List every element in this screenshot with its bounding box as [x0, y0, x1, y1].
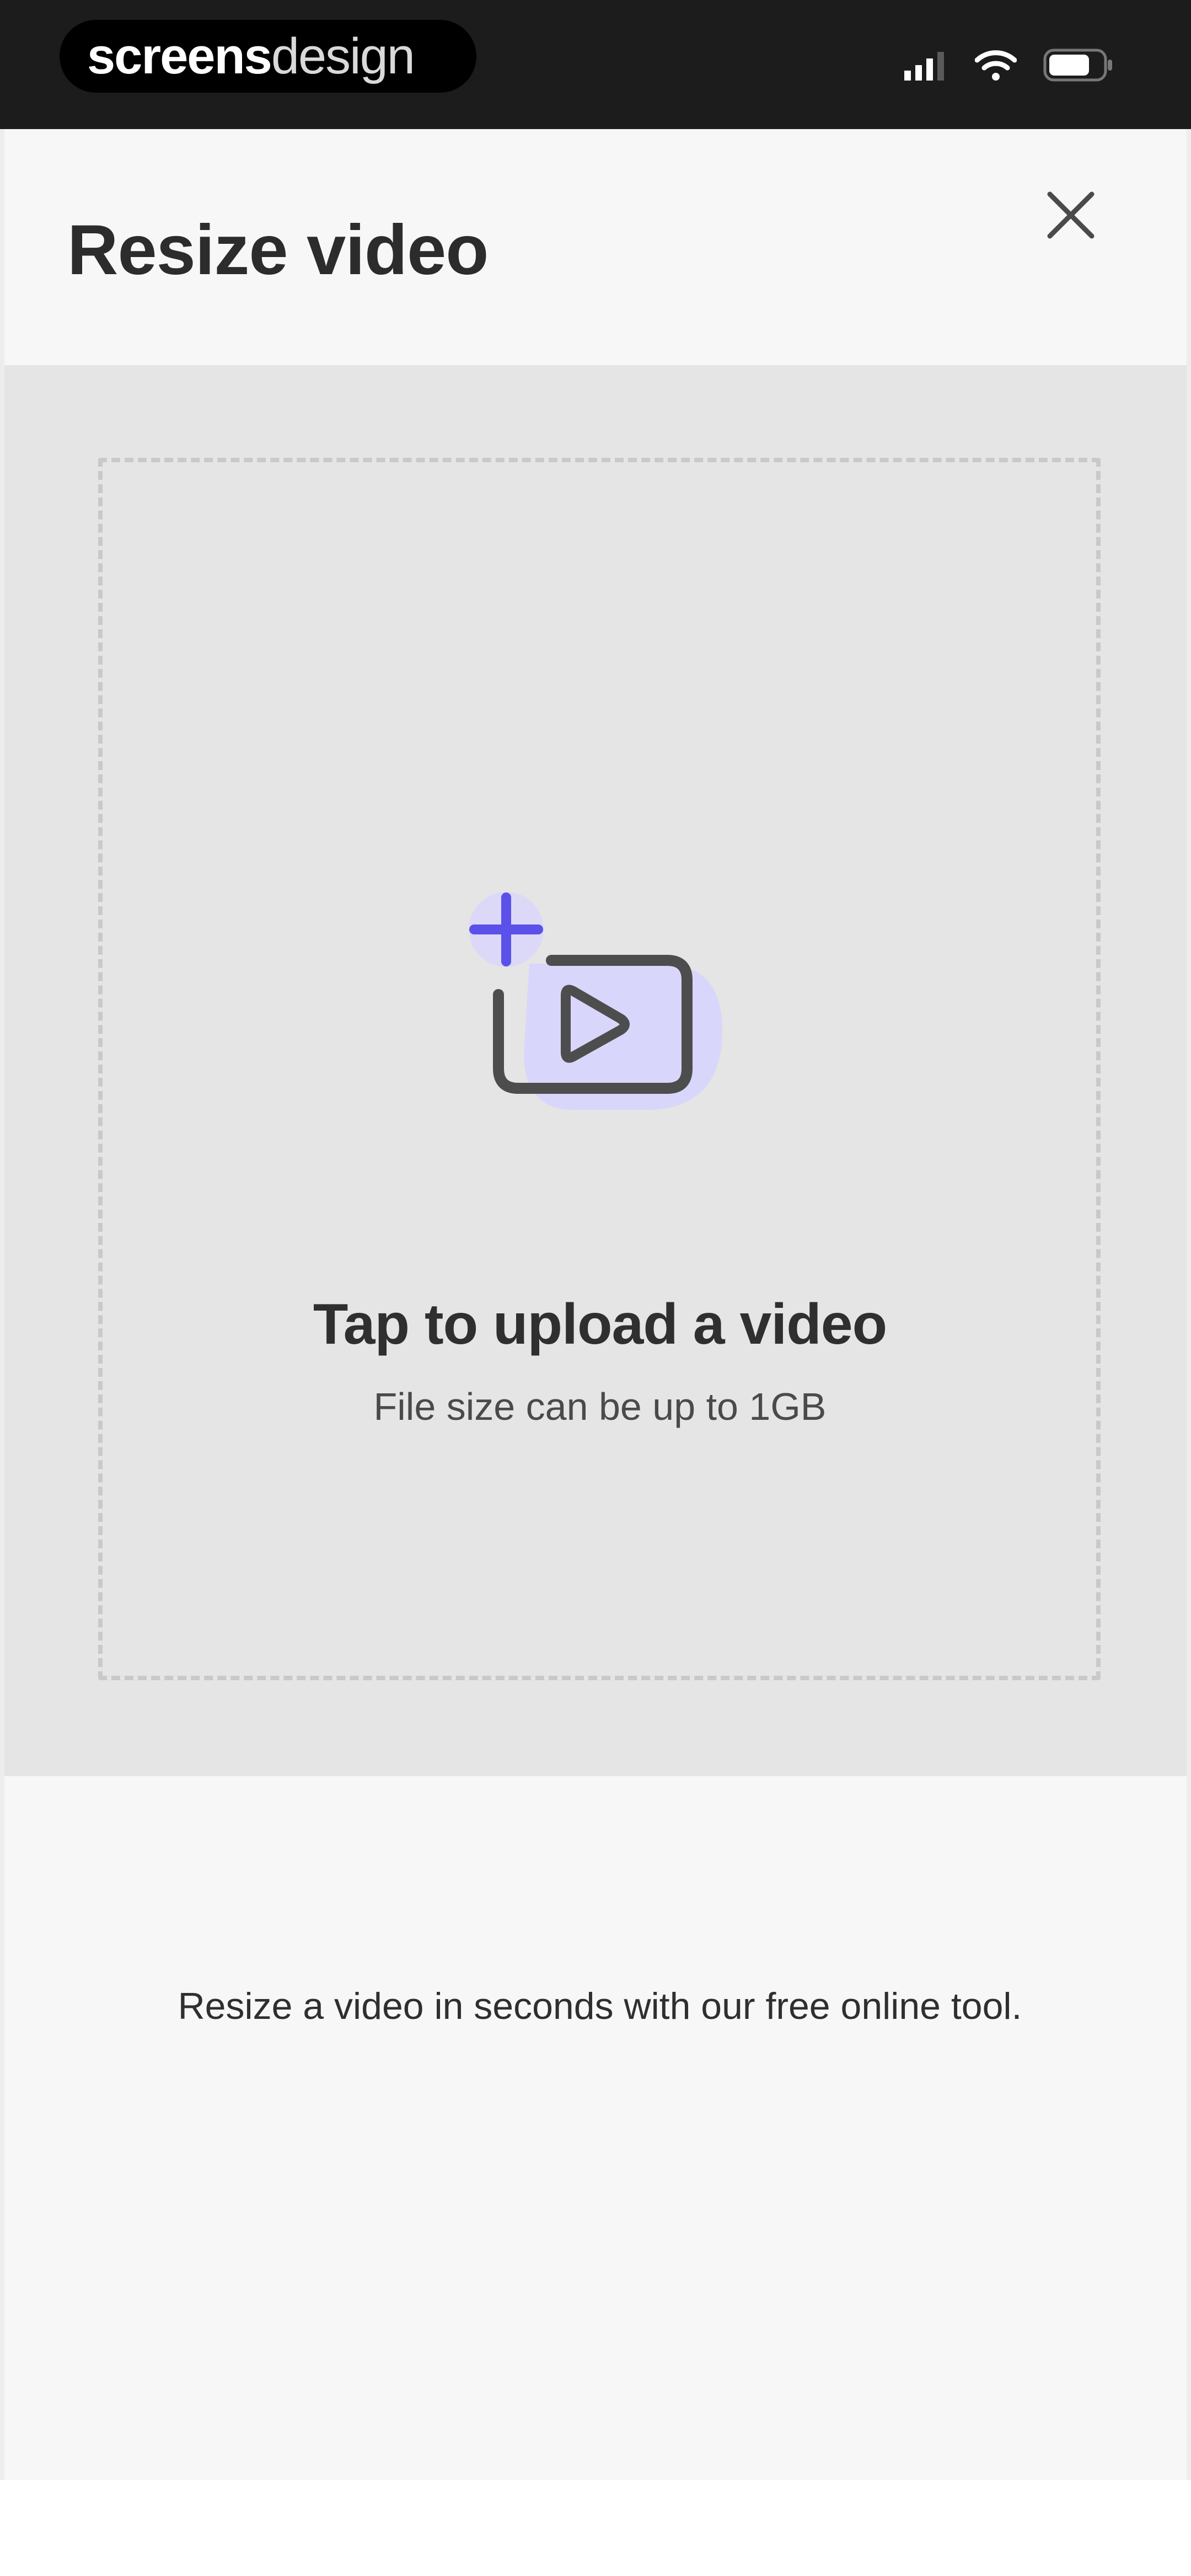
page-title: Resize video	[67, 211, 489, 290]
video-upload-icon[interactable]	[463, 886, 739, 1118]
tool-description: Resize a video in seconds with our free …	[178, 1985, 1022, 2027]
sheet-header: Resize video	[4, 129, 1187, 365]
upload-subtitle: File size can be up to 1GB	[373, 1385, 827, 1428]
battery-icon	[1043, 49, 1112, 82]
resize-video-sheet: Resize video Tap to upload a video File …	[0, 129, 1191, 2480]
status-bar: screens design	[0, 0, 1191, 129]
brand-logo-bold: screens	[87, 28, 272, 84]
brand-logo: screens design	[60, 20, 476, 93]
wifi-icon	[975, 50, 1017, 81]
brand-logo-light: design	[271, 28, 415, 84]
app-frame: screens design Resize video Tap to uploa…	[0, 0, 1191, 2576]
signal-icon	[904, 52, 944, 81]
bottom-safe-area	[0, 2480, 1191, 2576]
close-icon	[1047, 191, 1095, 239]
close-button[interactable]	[1038, 182, 1104, 248]
upload-title: Tap to upload a video	[313, 1292, 887, 1356]
status-icons	[904, 47, 1114, 83]
